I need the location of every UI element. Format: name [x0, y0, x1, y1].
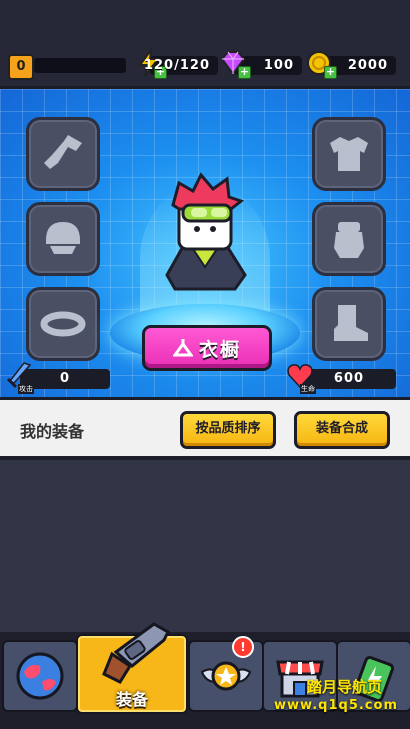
add-coins-icon[interactable]: +	[324, 66, 337, 79]
add-gems-icon[interactable]: +	[238, 66, 251, 79]
gun-slot-icon	[44, 135, 82, 169]
watermark-url: www.q1q5.com	[274, 698, 398, 713]
energy-value: 120/120	[143, 58, 210, 73]
belt-slot[interactable]	[26, 287, 100, 361]
tab-rank[interactable]: !	[188, 636, 264, 712]
weapon-slot[interactable]	[26, 117, 100, 191]
health-value: 600	[333, 371, 365, 386]
health-stat: 生命 600	[287, 364, 396, 394]
equipment-list[interactable]	[0, 460, 410, 632]
experience-bar	[34, 58, 126, 73]
wardrobe-label: 衣橱	[198, 338, 241, 361]
belt-slot-icon	[40, 311, 86, 337]
watermark-text: 踏月导航页	[306, 678, 382, 696]
hero-character	[165, 172, 247, 291]
sort-by-quality-button[interactable]: 按品质排序	[180, 411, 276, 449]
tab-world[interactable]	[2, 640, 78, 712]
equipment-title: 我的装备	[20, 422, 85, 441]
tab-equipment[interactable]: 装备	[76, 622, 188, 714]
boot-slot-icon	[334, 305, 368, 341]
attack-stat: 攻击 0	[6, 362, 110, 394]
gem-counter[interactable]: + 100	[220, 51, 302, 79]
glove-slot[interactable]	[312, 202, 386, 276]
energy-counter[interactable]: + 120/120	[138, 48, 218, 79]
armor-slot[interactable]	[312, 117, 386, 191]
gem-value: 100	[263, 58, 294, 73]
helmet-slot-icon	[46, 222, 80, 254]
equipment-header: 我的装备 按品质排序 装备合成	[0, 400, 410, 460]
boots-slot[interactable]	[312, 287, 386, 361]
planet-icon	[16, 652, 64, 700]
wardrobe-button[interactable]: 衣橱	[142, 325, 272, 371]
glove-slot-icon	[334, 222, 364, 258]
coin-value: 2000	[347, 58, 388, 73]
player-level-badge: 0	[8, 54, 34, 80]
notification-badge: !	[232, 636, 254, 658]
gun-icon	[102, 622, 170, 684]
character-showroom: 衣橱 攻击 0 生命 600	[0, 86, 410, 400]
hanger-icon	[172, 339, 193, 357]
helmet-slot[interactable]	[26, 202, 100, 276]
equipment-merge-button[interactable]: 装备合成	[294, 411, 390, 449]
coin-counter[interactable]: + 2000	[307, 51, 396, 79]
attack-value: 0	[59, 371, 71, 386]
armor-slot-icon	[330, 137, 368, 171]
tab-equipment-label: 装备	[115, 690, 148, 709]
top-resource-bar: 0 + 120/120 + 100 + 2000	[0, 0, 410, 86]
